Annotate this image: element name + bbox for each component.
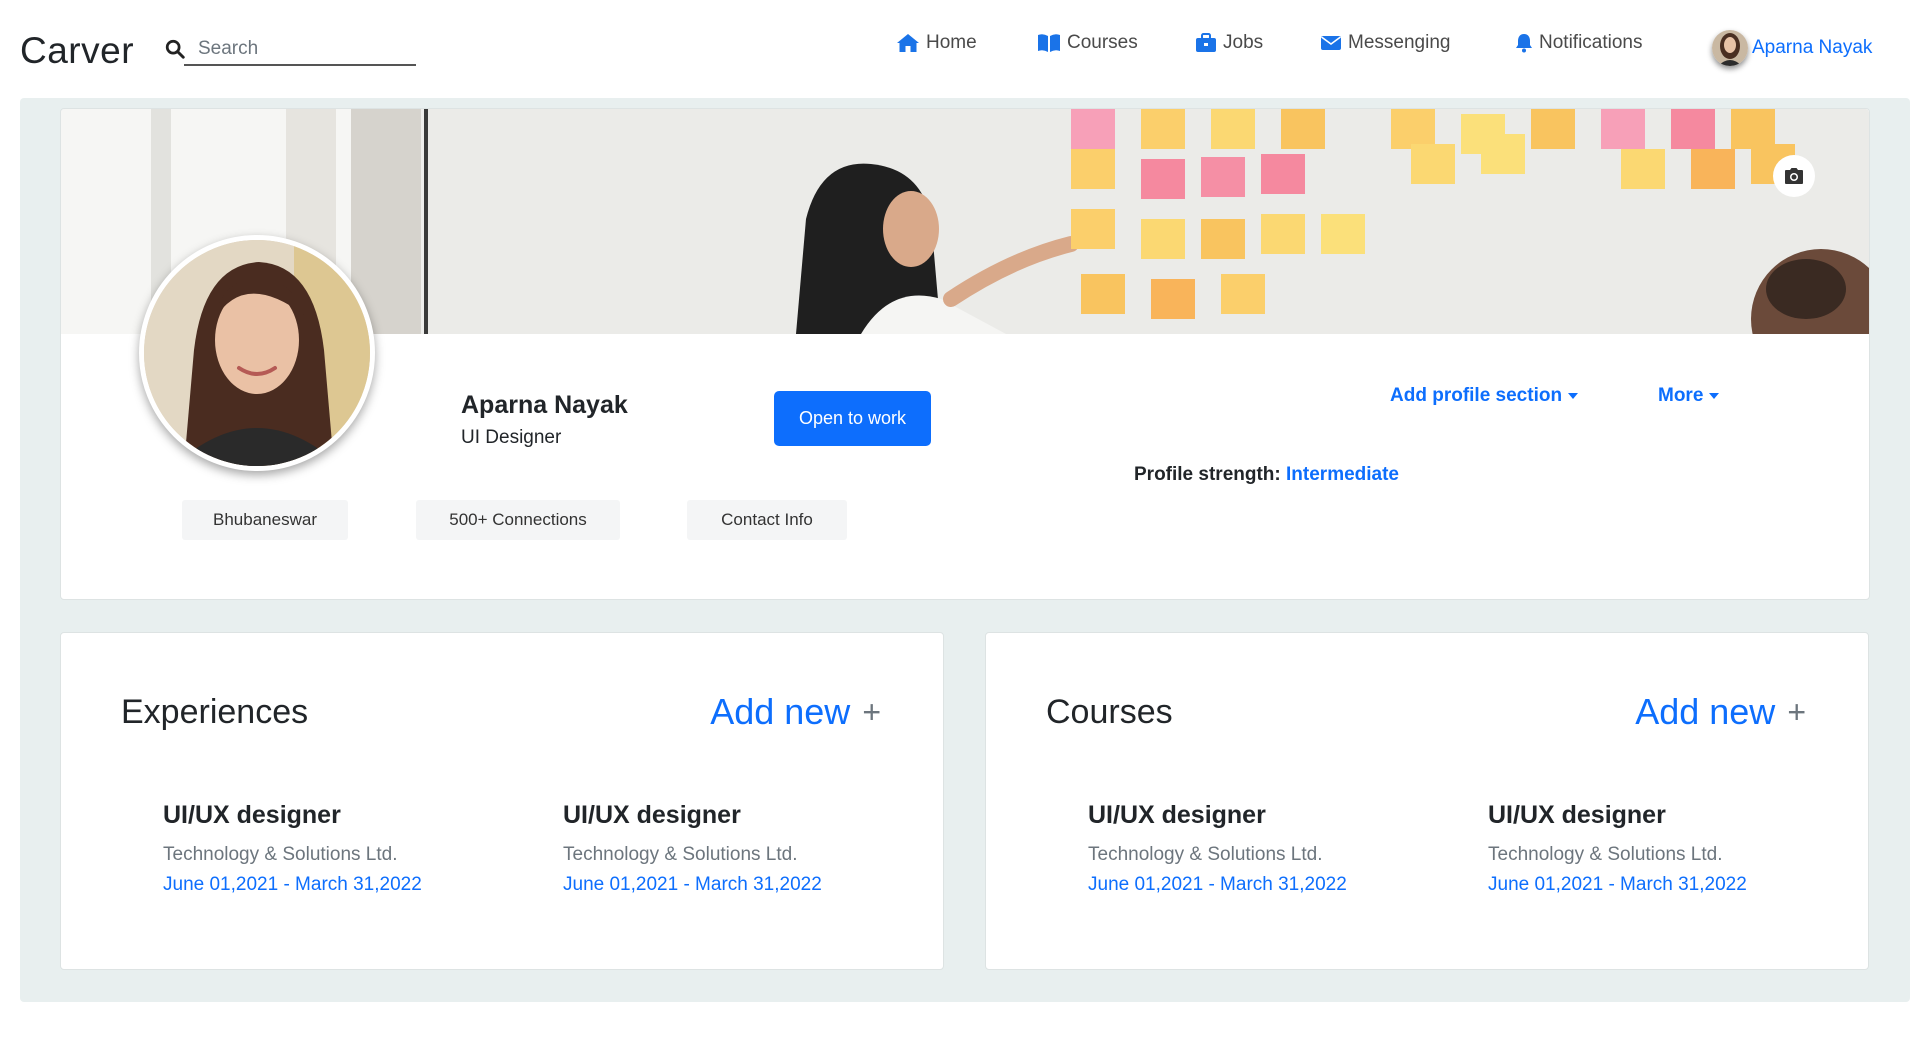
location-chip[interactable]: Bhubaneswar (182, 500, 348, 540)
nav-notifications-label: Notifications (1539, 32, 1643, 53)
courses-title: Courses (1046, 693, 1173, 731)
caret-down-icon (1709, 393, 1720, 399)
sticky-note (1601, 109, 1645, 149)
sticky-note (1081, 274, 1125, 314)
open-to-work-button[interactable]: Open to work (774, 391, 931, 446)
add-profile-section-label: Add profile section (1390, 385, 1563, 406)
experience-role: UI/UX designer (163, 801, 341, 829)
camera-icon (1785, 168, 1803, 184)
profile-title: UI Designer (461, 427, 562, 448)
more-label: More (1658, 385, 1704, 406)
nav-home[interactable]: Home (896, 32, 977, 54)
more-dropdown[interactable]: More (1658, 385, 1720, 407)
nav-profile-name: Aparna Nayak (1752, 37, 1873, 58)
sticky-note (1261, 214, 1305, 254)
sticky-note (1141, 159, 1185, 199)
connections-chip[interactable]: 500+ Connections (416, 500, 620, 540)
sticky-note (1531, 109, 1575, 149)
add-experience-label: Add new (710, 691, 851, 732)
experience-item[interactable]: UI/UX designer Technology & Solutions Lt… (163, 801, 463, 896)
experience-company: Technology & Solutions Ltd. (563, 844, 798, 865)
sticky-note (1211, 109, 1255, 149)
nav-avatar (1712, 30, 1748, 66)
sticky-note (1151, 279, 1195, 319)
brand-logo[interactable]: Carver (20, 30, 134, 72)
plus-icon: + (862, 693, 881, 730)
sticky-note (1391, 109, 1435, 149)
course-role: UI/UX designer (1488, 801, 1666, 829)
sticky-note (1141, 219, 1185, 259)
sticky-note (1141, 109, 1185, 149)
nav-profile-menu[interactable]: Aparna Nayak (1712, 30, 1872, 66)
home-icon (897, 34, 919, 52)
add-course-label: Add new (1635, 691, 1776, 732)
search-bar (164, 34, 416, 66)
course-item[interactable]: UI/UX designer Technology & Solutions Lt… (1488, 801, 1788, 896)
course-role: UI/UX designer (1088, 801, 1266, 829)
sticky-note (1281, 109, 1325, 149)
sticky-note (1731, 109, 1775, 149)
sticky-note (1691, 149, 1735, 189)
search-input[interactable] (184, 34, 416, 66)
plus-icon: + (1787, 693, 1806, 730)
sticky-note (1411, 144, 1455, 184)
nav-notifications[interactable]: Notifications (1515, 32, 1643, 54)
experience-role: UI/UX designer (563, 801, 741, 829)
profile-strength-value[interactable]: Intermediate (1286, 464, 1399, 485)
experience-dates: June 01,2021 - March 31,2022 (563, 874, 822, 895)
sticky-note (1201, 157, 1245, 197)
profile-name: Aparna Nayak (461, 391, 628, 419)
experiences-title: Experiences (121, 693, 309, 731)
courses-card: Courses Add new + UI/UX designer Technol… (985, 632, 1869, 970)
sticky-note (1261, 154, 1305, 194)
experiences-card: Experiences Add new + UI/UX designer Tec… (60, 632, 944, 970)
contact-info-chip[interactable]: Contact Info (687, 500, 847, 540)
briefcase-icon (1196, 33, 1216, 52)
profile-photo[interactable] (139, 235, 375, 471)
sticky-note (1321, 214, 1365, 254)
book-icon (1038, 34, 1060, 52)
experience-item[interactable]: UI/UX designer Technology & Solutions Lt… (563, 801, 863, 896)
course-dates: June 01,2021 - March 31,2022 (1488, 874, 1747, 895)
search-icon (165, 39, 185, 59)
course-company: Technology & Solutions Ltd. (1088, 844, 1323, 865)
profile-page: Aparna Nayak UI Designer Open to work Ad… (20, 98, 1910, 1002)
edit-cover-button[interactable] (1773, 155, 1815, 197)
course-item[interactable]: UI/UX designer Technology & Solutions Lt… (1088, 801, 1388, 896)
sticky-note (1481, 134, 1525, 174)
nav-messaging-label: Messenging (1348, 32, 1451, 53)
nav-messaging[interactable]: Messenging (1320, 32, 1450, 54)
nav-courses-label: Courses (1067, 32, 1138, 53)
nav-courses[interactable]: Courses (1037, 32, 1138, 54)
sticky-note (1221, 274, 1265, 314)
sticky-note (1071, 149, 1115, 189)
envelope-icon (1321, 36, 1341, 50)
bell-icon (1516, 34, 1532, 53)
sticky-note (1621, 149, 1665, 189)
experience-dates: June 01,2021 - March 31,2022 (163, 874, 422, 895)
sticky-note (1071, 209, 1115, 249)
profile-card: Aparna Nayak UI Designer Open to work Ad… (60, 108, 1870, 600)
top-navbar: Carver Home Courses Jobs Me (0, 0, 1920, 98)
profile-strength-label: Profile strength: (1134, 464, 1281, 485)
add-profile-section-dropdown[interactable]: Add profile section (1390, 385, 1579, 407)
course-dates: June 01,2021 - March 31,2022 (1088, 874, 1347, 895)
nav-home-label: Home (926, 32, 977, 53)
sticky-note (1201, 219, 1245, 259)
experience-company: Technology & Solutions Ltd. (163, 844, 398, 865)
course-company: Technology & Solutions Ltd. (1488, 844, 1723, 865)
profile-strength: Profile strength: Intermediate (1134, 464, 1399, 486)
add-course-button[interactable]: Add new + (1635, 691, 1806, 733)
nav-jobs[interactable]: Jobs (1195, 32, 1263, 54)
caret-down-icon (1568, 393, 1579, 399)
sticky-note (1071, 109, 1115, 149)
nav-jobs-label: Jobs (1223, 32, 1264, 53)
sticky-note (1671, 109, 1715, 149)
add-experience-button[interactable]: Add new + (710, 691, 881, 733)
